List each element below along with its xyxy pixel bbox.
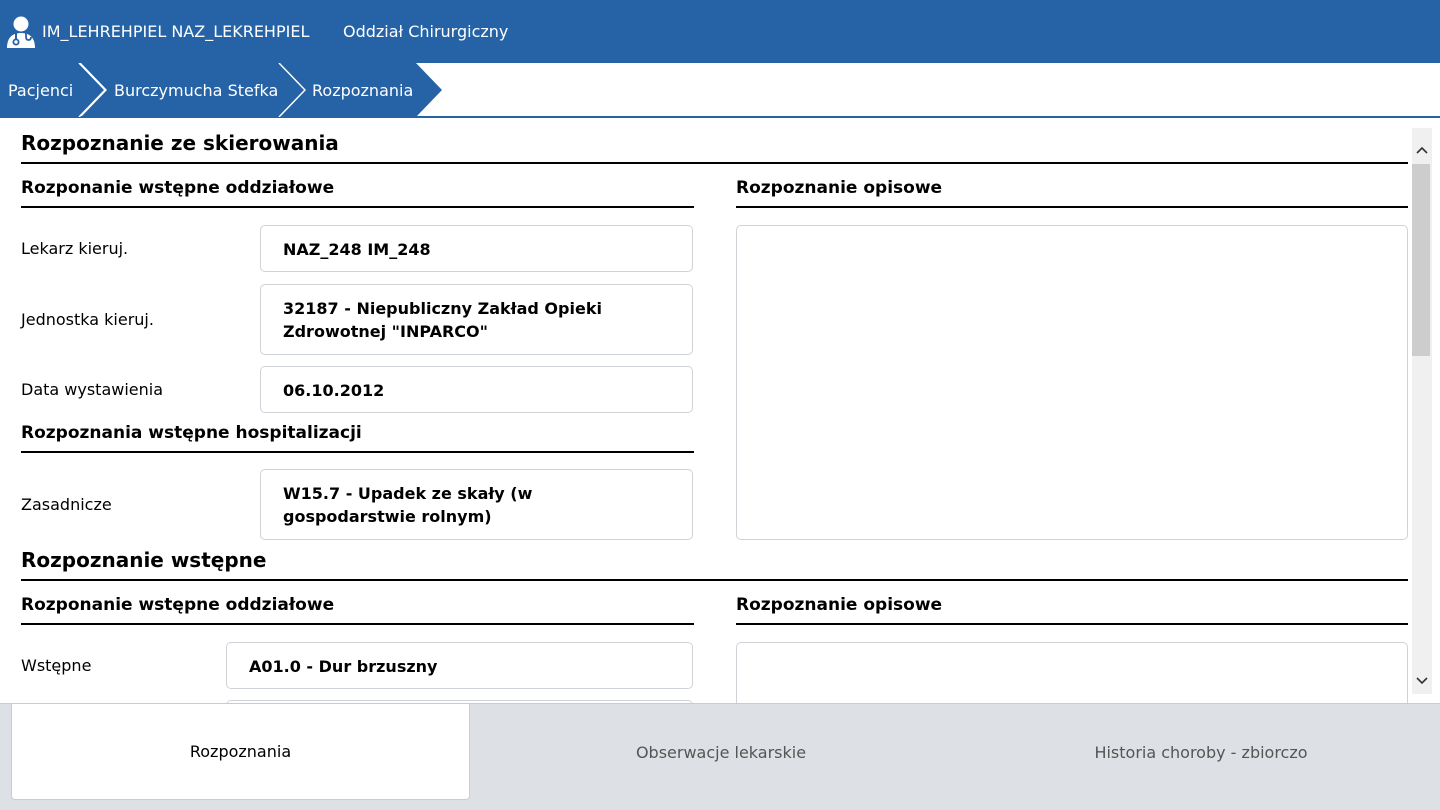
user-name: IM_LEHREHPIEL NAZ_LEKREHPIEL [42, 22, 310, 41]
tab-medical-history-summary[interactable]: Historia choroby - zbiorczo [970, 704, 1432, 800]
referring-doctor-field[interactable]: NAZ_248 IM_248 [260, 225, 693, 272]
top-bar: IM_LEHREHPIEL NAZ_LEKREHPIEL Oddział Chi… [0, 0, 1440, 63]
chevron-up-icon[interactable] [1412, 140, 1432, 160]
subsection-title-ward: Rozponanie wstępne oddziałowe [21, 595, 335, 615]
referral-description-textarea[interactable] [736, 225, 1408, 540]
diagnosis-content: Rozpoznanie ze skierowania Rozponanie ws… [0, 120, 1412, 703]
tab-diagnoses[interactable]: Rozpoznania [11, 704, 470, 800]
field-label-principal: Zasadnicze [21, 495, 112, 514]
initial-description-textarea[interactable] [736, 642, 1408, 703]
subsection-divider [21, 206, 694, 208]
section-title-referral: Rozpoznanie ze skierowania [21, 131, 339, 155]
breadcrumb-label: Burczymucha Stefka [114, 80, 279, 100]
principal-diagnosis-field[interactable]: W15.7 - Upadek ze skały (w gospodarstwie… [260, 469, 693, 540]
field-label-referring-doctor: Lekarz kieruj. [21, 239, 129, 258]
subsection-divider [736, 206, 1408, 208]
breadcrumb-label: Pacjenci [8, 80, 74, 100]
subsection-divider [736, 623, 1408, 625]
breadcrumb-item-patient[interactable]: Burczymucha Stefka [81, 63, 305, 117]
department-name: Oddział Chirurgiczny [343, 22, 509, 41]
bottom-tab-bar: Rozpoznania Obserwacje lekarskie Histori… [0, 703, 1440, 810]
subsection-title-ward: Rozponanie wstępne oddziałowe [21, 178, 335, 198]
subsection-title-description: Rozpoznanie opisowe [736, 178, 943, 198]
section-divider [21, 579, 1408, 581]
subsection-title-hospitalization: Rozpoznania wstępne hospitalizacji [21, 423, 362, 443]
subsection-divider [21, 451, 694, 453]
field-label-initial: Wstępne [21, 656, 92, 675]
section-divider [21, 162, 1408, 164]
scrollbar-thumb[interactable] [1412, 164, 1430, 356]
doctor-icon [5, 15, 37, 49]
breadcrumb-item-diagnoses[interactable]: Rozpoznania [280, 63, 442, 117]
field-label-referring-unit: Jednostka kieruj. [21, 310, 154, 329]
breadcrumb-label: Rozpoznania [312, 80, 414, 100]
section-title-initial: Rozpoznanie wstępne [21, 548, 267, 572]
subsection-divider [21, 623, 694, 625]
subsection-title-description: Rozpoznanie opisowe [736, 595, 943, 615]
referring-unit-field[interactable]: 32187 - Niepubliczny Zakład Opieki Zdrow… [260, 284, 693, 355]
field-label-issue-date: Data wystawienia [21, 380, 164, 399]
issue-date-field[interactable]: 06.10.2012 [260, 366, 693, 413]
tab-medical-observations[interactable]: Obserwacje lekarskie [490, 704, 952, 800]
breadcrumb: Pacjenci Burczymucha Stefka Rozpoznania [0, 63, 1440, 118]
initial-diagnosis-field[interactable]: A01.0 - Dur brzuszny [226, 642, 693, 689]
chevron-down-icon[interactable] [1412, 671, 1432, 691]
